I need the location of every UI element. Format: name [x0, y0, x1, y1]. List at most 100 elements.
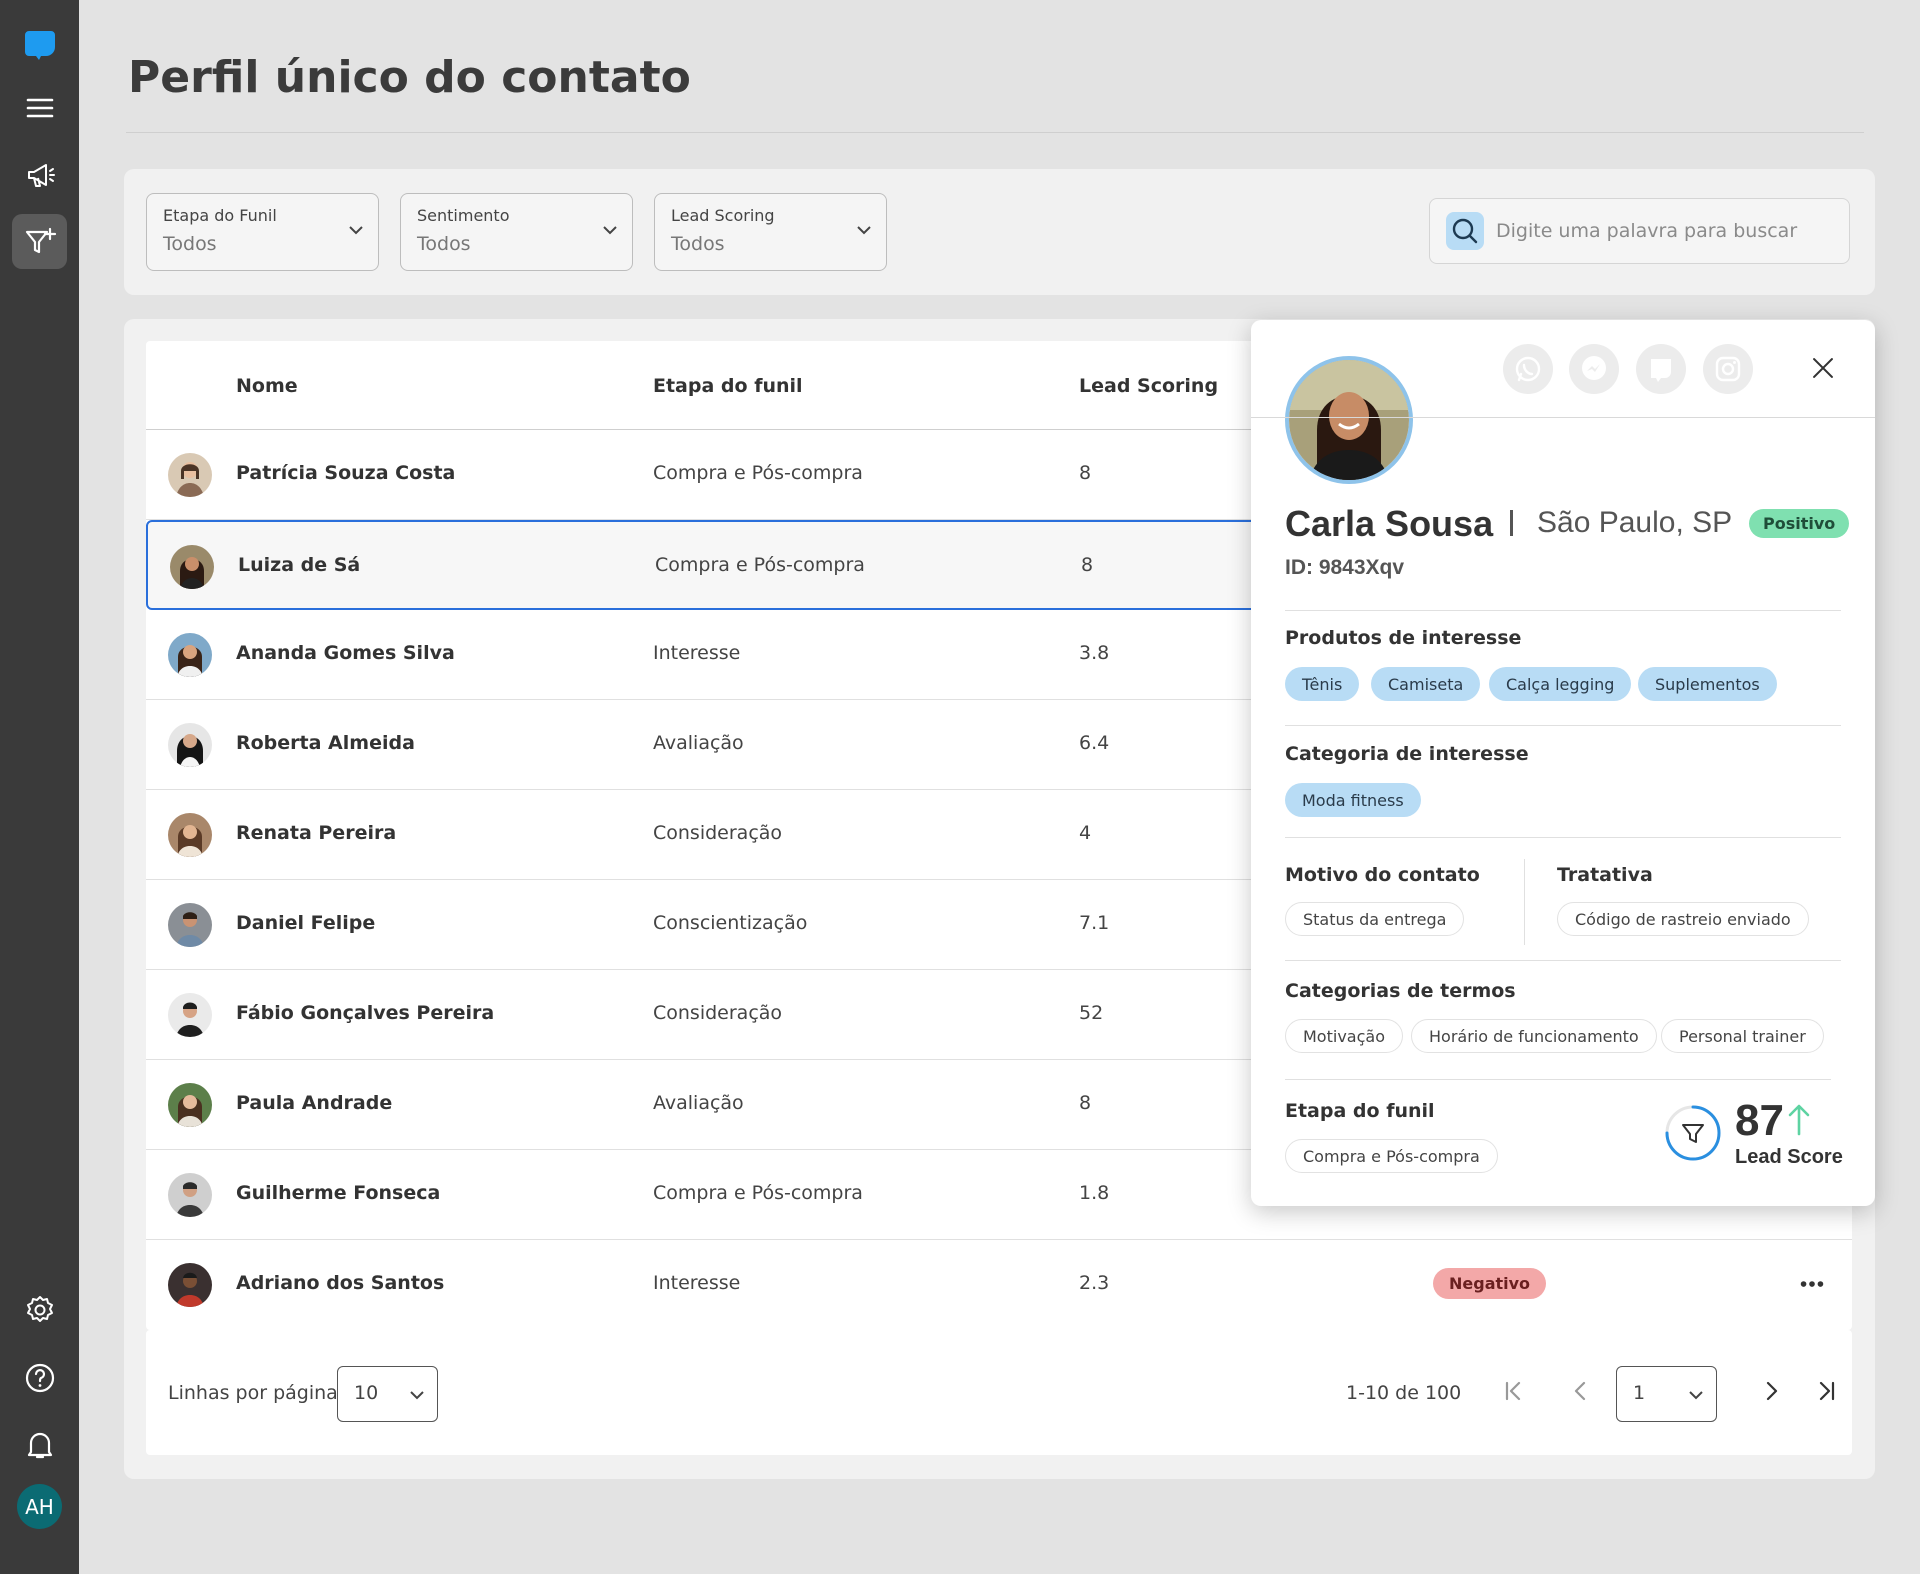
page-title: Perfil único do contato	[128, 52, 691, 103]
term-chip: Personal trainer	[1661, 1019, 1824, 1053]
whatsapp-icon[interactable]	[1503, 344, 1553, 394]
profile-id: ID: 9843Xqv	[1285, 556, 1405, 579]
section-divider	[1285, 960, 1841, 961]
settings-icon[interactable]	[12, 1282, 67, 1337]
megaphone-icon[interactable]	[12, 147, 67, 202]
sentiment-badge: Positivo	[1749, 509, 1850, 538]
contact-name: Paula Andrade	[236, 1092, 393, 1114]
avatar	[168, 1263, 212, 1307]
contact-profile-panel: Carla Sousa São Paulo, SP Positivo ID: 9…	[1251, 320, 1875, 1206]
avatar	[168, 903, 212, 947]
section-divider	[1285, 837, 1841, 838]
term-chip: Motivação	[1285, 1019, 1403, 1053]
terms-title: Categorias de termos	[1285, 980, 1516, 1002]
page-select[interactable]: 1	[1616, 1366, 1717, 1422]
funnel-stage: Avaliação	[653, 732, 744, 754]
avatar	[168, 453, 212, 497]
help-icon[interactable]	[12, 1350, 67, 1405]
lead-score: 1.8	[1079, 1182, 1110, 1204]
avatar	[168, 813, 212, 857]
funnel-stage: Compra e Pós-compra	[655, 554, 865, 576]
funnel-stage-filter[interactable]: Etapa do Funil Todos	[146, 193, 379, 271]
more-options-icon[interactable]	[1796, 1268, 1828, 1300]
column-header-name[interactable]: Nome	[236, 375, 298, 397]
current-page-value: 1	[1633, 1382, 1646, 1404]
contact-name: Ananda Gomes Silva	[236, 642, 455, 664]
avatar	[168, 993, 212, 1037]
filter-label: Etapa do Funil	[163, 206, 277, 225]
column-header-stage[interactable]: Etapa do funil	[653, 375, 803, 397]
lead-score: 6.4	[1079, 732, 1110, 754]
chat-icon[interactable]	[1636, 344, 1686, 394]
funnel-stage: Interesse	[653, 1272, 741, 1294]
contact-name: Adriano dos Santos	[236, 1272, 445, 1294]
filter-label: Sentimento	[417, 206, 510, 225]
filter-value: Todos	[671, 233, 725, 255]
next-page-icon[interactable]	[1756, 1376, 1786, 1406]
search-box	[1429, 198, 1850, 264]
chevron-down-icon	[857, 226, 871, 235]
chevron-down-icon	[603, 226, 617, 235]
panel-divider	[1251, 417, 1875, 418]
messenger-icon[interactable]	[1569, 344, 1619, 394]
funnel-stage: Interesse	[653, 642, 741, 664]
user-avatar[interactable]: AH	[17, 1484, 62, 1529]
lead-score-value: 87	[1735, 1096, 1784, 1145]
contact-name: Fábio Gonçalves Pereira	[236, 1002, 495, 1024]
avatar	[168, 1083, 212, 1127]
section-divider	[1285, 610, 1841, 611]
lead-score: 8	[1079, 462, 1092, 484]
previous-page-icon[interactable]	[1566, 1376, 1596, 1406]
menu-icon[interactable]	[12, 80, 67, 135]
chevron-down-icon	[410, 1391, 424, 1400]
pagination: Linhas por página 10 1-10 de 100 1	[146, 1330, 1852, 1455]
lead-score: 52	[1079, 1002, 1104, 1024]
lead-score: 3.8	[1079, 642, 1110, 664]
last-page-icon[interactable]	[1812, 1376, 1842, 1406]
rows-per-page-select[interactable]: 10	[337, 1366, 438, 1422]
table-row[interactable]: Adriano dos Santos Interesse 2.3 Negativ…	[146, 1240, 1852, 1330]
rows-per-page-value: 10	[354, 1382, 379, 1404]
product-chip: Calça legging	[1489, 667, 1632, 701]
funnel-stage: Compra e Pós-compra	[653, 1182, 863, 1204]
reason-chip: Status da entrega	[1285, 902, 1465, 936]
chevron-down-icon	[349, 226, 363, 235]
category-chip: Moda fitness	[1285, 783, 1421, 817]
treatment-chip: Código de rastreio enviado	[1557, 902, 1809, 936]
close-icon[interactable]	[1807, 352, 1839, 384]
arrow-up-icon	[1788, 1104, 1810, 1136]
avatar	[168, 1173, 212, 1217]
search-input[interactable]	[1496, 213, 1836, 249]
funnel-stage: Consideração	[653, 822, 783, 844]
filter-value: Todos	[417, 233, 471, 255]
product-chip: Suplementos	[1638, 667, 1777, 701]
funnel-stage: Compra e Pós-compra	[653, 462, 863, 484]
avatar	[170, 545, 214, 589]
logo-icon[interactable]	[12, 16, 67, 71]
section-divider	[1285, 1079, 1831, 1080]
bell-icon[interactable]	[12, 1417, 67, 1472]
funnel-add-icon[interactable]	[12, 214, 67, 269]
funnel-stage-chip: Compra e Pós-compra	[1285, 1139, 1498, 1173]
contact-name: Daniel Felipe	[236, 912, 376, 934]
term-chip: Horário de funcionamento	[1411, 1019, 1657, 1053]
sentiment-filter[interactable]: Sentimento Todos	[400, 193, 633, 271]
title-divider	[126, 132, 1864, 133]
funnel-stage: Consideração	[653, 1002, 783, 1024]
product-chip: Tênis	[1285, 667, 1360, 701]
name-separator	[1510, 510, 1513, 536]
search-icon[interactable]	[1446, 212, 1484, 250]
lead-scoring-filter[interactable]: Lead Scoring Todos	[654, 193, 887, 271]
sidebar: AH	[0, 0, 79, 1574]
instagram-icon[interactable]	[1703, 344, 1753, 394]
profile-city: São Paulo, SP	[1537, 506, 1733, 539]
first-page-icon[interactable]	[1498, 1376, 1528, 1406]
lead-score: 8	[1081, 554, 1094, 576]
filter-value: Todos	[163, 233, 217, 255]
column-header-score[interactable]: Lead Scoring	[1079, 375, 1218, 397]
column-divider	[1524, 859, 1525, 945]
treatment-title: Tratativa	[1557, 864, 1653, 886]
rows-per-page-label: Linhas por página	[168, 1382, 338, 1404]
profile-name: Carla Sousa	[1285, 503, 1494, 544]
contact-name: Patrícia Souza Costa	[236, 462, 456, 484]
